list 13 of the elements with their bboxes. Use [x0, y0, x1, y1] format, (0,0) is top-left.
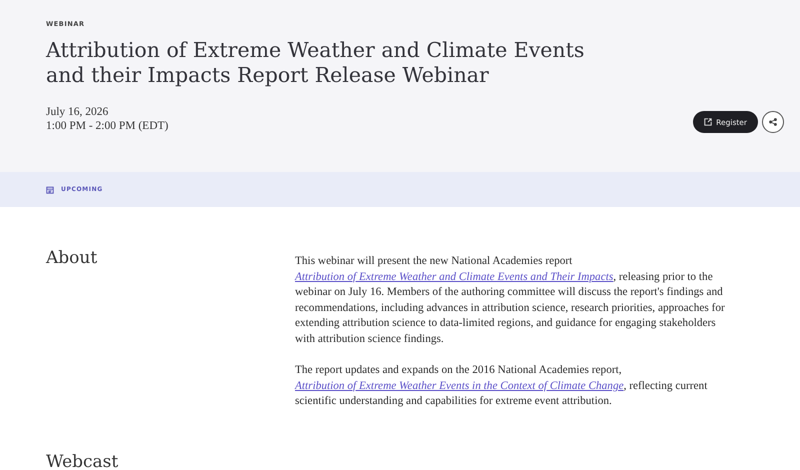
about-paragraph: The report updates and expands on the 2016 National Academies report, Attribution of Extreme Weather Events in the Context of Climate Change, reflecting current scientific understanding and capabilities for extreme event attribution.	[295, 363, 708, 409]
external-link-icon	[704, 118, 712, 126]
report-link[interactable]: Attribution of Extreme Weather Events in the Context of Climate Change	[295, 380, 624, 392]
section-heading: About	[46, 248, 98, 270]
share-button[interactable]	[762, 111, 784, 133]
share-icon	[769, 118, 777, 126]
section-heading: Webcast	[46, 452, 120, 470]
calendar-icon	[46, 186, 54, 194]
page-title: Attribution of Extreme Weather and Climate Events and their Impacts Report Release Webinar	[46, 38, 586, 88]
event-date: July 16, 2026	[46, 105, 110, 119]
about-paragraph: This webinar will present the new National Academies report Attribution of Extreme Weather and Climate Events and Their Impacts, releasing prior to the webinar on July 16. Members of the authoring committee will discuss the report's findings and recommendations, including advances in attribution science, research priorities, approaches for extending attribution science to data-limited regions, and guidance for engaging stakeholders with attribution science findings.	[295, 254, 726, 346]
event-time: 1:00 PM - 2:00 PM (EDT)	[46, 119, 168, 133]
report-link[interactable]: Attribution of Extreme Weather and Climate Events and Their Impacts	[295, 270, 614, 282]
